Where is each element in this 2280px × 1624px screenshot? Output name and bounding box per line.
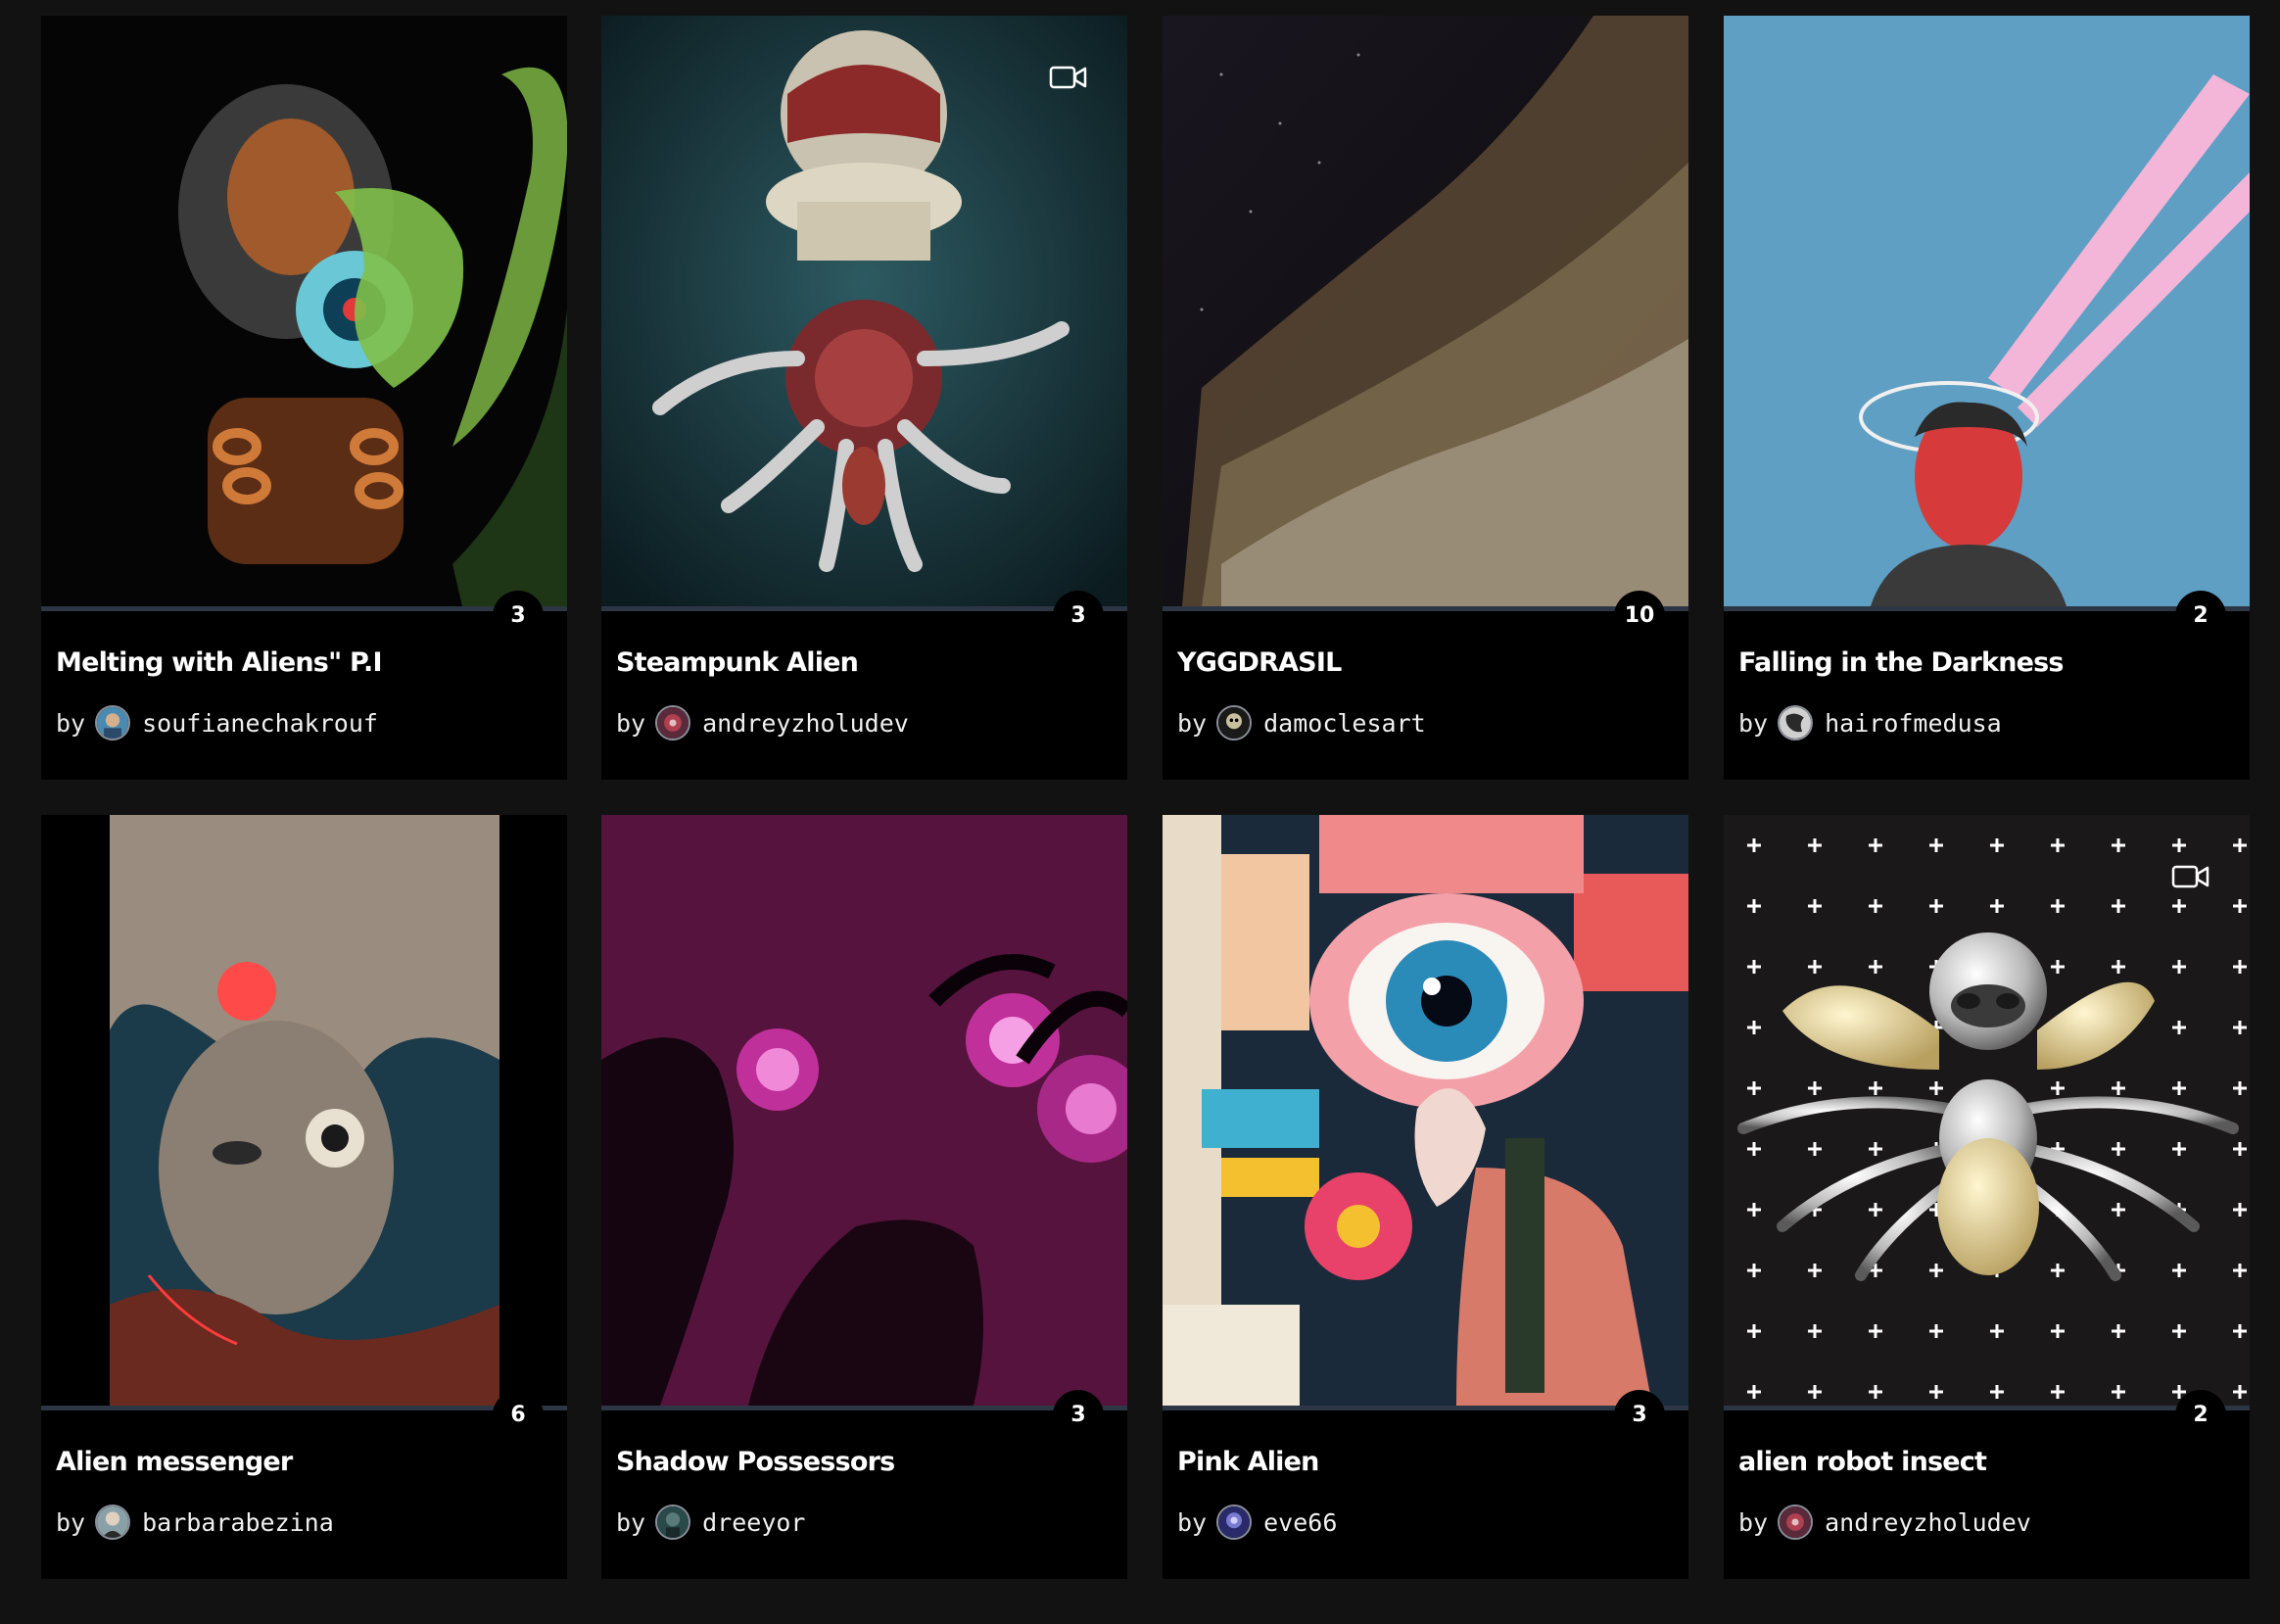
- edition-count-badge: 6: [493, 1390, 544, 1441]
- edition-count-badge: 2: [2175, 591, 2226, 642]
- artwork-card[interactable]: 10 YGGDRASIL by damoclesart: [1163, 16, 1688, 780]
- artwork-title[interactable]: Steampunk Alien: [616, 647, 1113, 678]
- artwork-thumbnail[interactable]: [1163, 16, 1688, 606]
- artwork-thumbnail[interactable]: [41, 16, 567, 606]
- avatar[interactable]: [1778, 1505, 1814, 1540]
- by-label: by: [1738, 1507, 1769, 1537]
- edition-count-badge: 3: [1614, 1390, 1665, 1441]
- progress-bar: [1163, 606, 1688, 611]
- edition-count-badge: 3: [493, 591, 544, 642]
- avatar[interactable]: [655, 705, 691, 740]
- by-label: by: [56, 708, 86, 738]
- author-link[interactable]: barbarabezina: [142, 1508, 334, 1537]
- progress-bar: [1163, 1406, 1688, 1410]
- author-link[interactable]: andreyzholudev: [702, 709, 909, 738]
- author-link[interactable]: soufianechakrouf: [142, 709, 378, 738]
- byline: by hairofmedusa: [1738, 703, 2002, 742]
- video-camera-icon: [1049, 63, 1088, 92]
- artwork-title[interactable]: Alien messenger: [56, 1447, 552, 1477]
- byline: by andreyzholudev: [616, 703, 909, 742]
- video-camera-icon: [2171, 862, 2210, 891]
- progress-bar: [1724, 606, 2250, 611]
- avatar[interactable]: [95, 705, 131, 740]
- artwork-grid: 3 Melting with Aliens" P.I by soufianech…: [0, 0, 2280, 1624]
- artwork-card[interactable]: 2 alien robot insect by andreyzholudev: [1724, 815, 2250, 1579]
- avatar[interactable]: [1778, 705, 1814, 740]
- artwork-title[interactable]: Shadow Possessors: [616, 1447, 1113, 1477]
- progress-bar: [41, 1406, 567, 1410]
- by-label: by: [1177, 1507, 1208, 1537]
- author-link[interactable]: andreyzholudev: [1825, 1508, 2031, 1537]
- artwork-thumbnail[interactable]: [41, 815, 567, 1406]
- byline: by dreeyor: [616, 1503, 805, 1542]
- artwork-card[interactable]: 3 Pink Alien by eve66: [1163, 815, 1688, 1579]
- by-label: by: [616, 708, 646, 738]
- byline: by andreyzholudev: [1738, 1503, 2031, 1542]
- author-link[interactable]: hairofmedusa: [1825, 709, 2002, 738]
- progress-bar: [601, 1406, 1127, 1410]
- edition-count-badge: 3: [1053, 1390, 1104, 1441]
- artwork-title[interactable]: Melting with Aliens" P.I: [56, 647, 552, 678]
- by-label: by: [1177, 708, 1208, 738]
- artwork-title[interactable]: YGGDRASIL: [1177, 647, 1674, 678]
- byline: by eve66: [1177, 1503, 1337, 1542]
- artwork-thumbnail[interactable]: [1724, 16, 2250, 606]
- avatar[interactable]: [1216, 1505, 1253, 1540]
- progress-bar: [601, 606, 1127, 611]
- progress-bar: [41, 606, 567, 611]
- artwork-thumbnail[interactable]: [1724, 815, 2250, 1406]
- byline: by soufianechakrouf: [56, 703, 378, 742]
- byline: by barbarabezina: [56, 1503, 334, 1542]
- by-label: by: [616, 1507, 646, 1537]
- artwork-card[interactable]: 2 Falling in the Darkness by hairofmedus…: [1724, 16, 2250, 780]
- artwork-card[interactable]: 6 Alien messenger by barbarabezina: [41, 815, 567, 1579]
- author-link[interactable]: eve66: [1263, 1508, 1337, 1537]
- artwork-card[interactable]: 3 Shadow Possessors by dreeyor: [601, 815, 1127, 1579]
- byline: by damoclesart: [1177, 703, 1426, 742]
- by-label: by: [1738, 708, 1769, 738]
- artwork-thumbnail[interactable]: [601, 16, 1127, 606]
- artwork-card[interactable]: 3 Melting with Aliens" P.I by soufianech…: [41, 16, 567, 780]
- progress-bar: [1724, 1406, 2250, 1410]
- avatar[interactable]: [655, 1505, 691, 1540]
- avatar[interactable]: [95, 1505, 131, 1540]
- artwork-thumbnail[interactable]: [601, 815, 1127, 1406]
- author-link[interactable]: damoclesart: [1263, 709, 1426, 738]
- artwork-title[interactable]: Pink Alien: [1177, 1447, 1674, 1477]
- author-link[interactable]: dreeyor: [702, 1508, 805, 1537]
- edition-count-badge: 10: [1614, 591, 1665, 642]
- artwork-thumbnail[interactable]: [1163, 815, 1688, 1406]
- edition-count-badge: 3: [1053, 591, 1104, 642]
- artwork-title[interactable]: Falling in the Darkness: [1738, 647, 2235, 678]
- artwork-title[interactable]: alien robot insect: [1738, 1447, 2235, 1477]
- by-label: by: [56, 1507, 86, 1537]
- artwork-card[interactable]: 3 Steampunk Alien by andreyzholudev: [601, 16, 1127, 780]
- edition-count-badge: 2: [2175, 1390, 2226, 1441]
- avatar[interactable]: [1216, 705, 1253, 740]
